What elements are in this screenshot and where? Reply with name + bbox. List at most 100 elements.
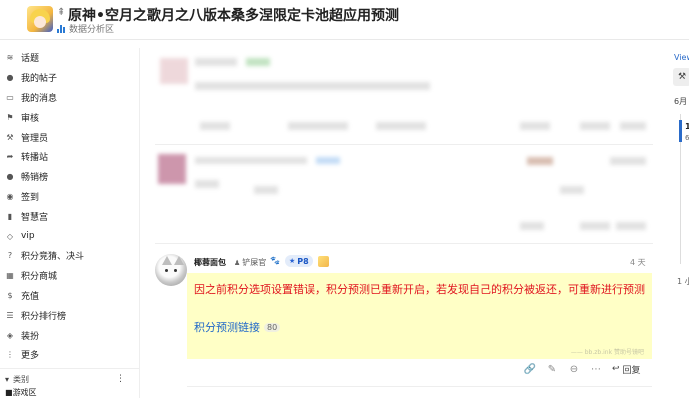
sidebar-item-label: 更多 (21, 351, 40, 362)
sidebar-item-label: vip (21, 231, 35, 242)
more-icon: ⋮ (6, 350, 14, 360)
level-text: P8 (297, 256, 309, 266)
history-icon[interactable]: ⊖ (564, 364, 584, 375)
layers-icon: ≋ (6, 53, 14, 63)
notice-text: 因之前积分选项设置错误，积分预测已重新开启，若发现自己的积分被返还，可重新进行预… (194, 283, 645, 296)
post-username[interactable]: 椰蓉面包 (194, 257, 226, 268)
sidebar-item-label: 装扮 (21, 331, 40, 342)
sidebar-item-recharge[interactable]: $ 充值 (0, 286, 139, 306)
sidebar-item-label: 管理员 (21, 133, 49, 144)
post-divider (187, 386, 652, 387)
points-prediction-link[interactable]: 积分预测链接 80 (194, 319, 281, 335)
sidebar-item-label: 游戏区 (12, 388, 37, 398)
sidebar-item-admin[interactable]: ⚒ 管理员 (0, 127, 139, 147)
sidebar-item-label: 签到 (21, 192, 40, 203)
person-icon: ♟ (234, 258, 241, 267)
timeline-handle[interactable] (679, 120, 682, 142)
inbox-icon: ▭ (6, 92, 14, 102)
category-label: 数据分析区 (69, 25, 115, 35)
cat-badge-icon: 🐾 (270, 256, 280, 265)
anime-badge-icon (318, 256, 329, 267)
user-icon: ● (6, 73, 14, 83)
sidebar-item-label: 转播站 (21, 153, 49, 164)
book-icon: ▮ (7, 211, 13, 221)
watermark: —— bb.zb.ink 赞助号镜吧 (570, 349, 644, 356)
category-dot-icon: ■ (5, 388, 13, 398)
sidebar-divider (0, 367, 139, 369)
share-icon: ➦ (6, 152, 14, 162)
reply-icon: ↩ (612, 364, 620, 374)
timeline-column: View ⚒ 6月 1 6 1 小 (665, 40, 689, 398)
user-avatar[interactable] (155, 254, 187, 286)
pin-icon: ⇞ (57, 7, 66, 18)
dollar-icon: $ (7, 290, 13, 300)
flag-icon: ⚑ (6, 112, 14, 122)
sidebar-item-my-messages[interactable]: ▭ 我的消息 (0, 88, 139, 108)
star-icon: ★ (289, 257, 296, 265)
check-circle-icon: ◉ (6, 191, 14, 201)
link-click-count: 80 (264, 322, 281, 332)
sidebar-item-label: 积分商城 (21, 272, 58, 283)
reply-label: 回复 (622, 365, 641, 376)
sidebar-item-label: 我的帖子 (21, 74, 58, 85)
sidebar-item-label: 充值 (21, 291, 40, 302)
post-divider (155, 243, 653, 244)
highlighted-notice: 因之前积分选项设置错误，积分预测已重新开启，若发现自己的积分被返还，可重新进行预… (187, 273, 652, 359)
sidebar-item-label: 话题 (21, 54, 40, 65)
post-date[interactable]: 4 天 (630, 257, 646, 268)
sidebar-item-wisdom[interactable]: ▮ 智慧宫 (0, 206, 139, 226)
category-badge[interactable]: 数据分析区 (57, 22, 114, 35)
section-label: 类别 (13, 375, 30, 385)
site-logo[interactable] (27, 6, 53, 32)
sidebar-section-categories[interactable]: ▾ 类别 ⋮ (0, 372, 139, 388)
timeline-total: 6 (685, 134, 689, 142)
chart-icon (57, 24, 66, 33)
palette-icon: ◈ (6, 330, 14, 340)
sidebar-item-points-store[interactable]: ▦ 积分商城 (0, 266, 139, 286)
sidebar-item-label: 智慧宫 (21, 212, 49, 223)
sidebar-item-dressup[interactable]: ◈ 装扮 (0, 325, 139, 345)
edit-icon[interactable]: ✎ (542, 364, 562, 375)
sidebar-item-more[interactable]: ⋮ 更多 (0, 345, 139, 365)
store-icon: ▦ (6, 271, 14, 281)
sidebar-item-bestseller[interactable]: ● 畅销榜 (0, 167, 139, 187)
link-text[interactable]: 积分预测链接 (194, 319, 260, 335)
post-divider (155, 144, 653, 145)
admin-wrench-button[interactable]: ⚒ (673, 68, 689, 86)
sidebar-item-topics[interactable]: ≋ 话题 (0, 48, 139, 68)
sidebar-item-relay[interactable]: ➦ 转播站 (0, 147, 139, 167)
level-badge: ★ P8 (285, 255, 313, 267)
sidebar: ≋ 话题 ● 我的帖子 ▭ 我的消息 ⚑ 审核 ⚒ 管理员 ➦ 转播站 ● 畅销榜 ◉ 签到 ▮… (0, 48, 140, 398)
view-link[interactable]: View (674, 53, 689, 62)
apple-icon: ● (6, 172, 14, 182)
sidebar-item-label: 积分排行榜 (21, 311, 67, 322)
sidebar-item-game-area[interactable]: ■ 游戏区 (0, 388, 139, 398)
diamond-icon: ◇ (6, 231, 14, 241)
sidebar-item-my-posts[interactable]: ● 我的帖子 (0, 68, 139, 88)
topic-title[interactable]: 原神•空月之歌月之八版本桑多涅限定卡池超应用预测 (68, 5, 399, 25)
sidebar-item-label: 审核 (21, 113, 40, 124)
timeline-bottom-date: 1 小 (677, 277, 689, 286)
link-icon[interactable]: 🔗 (520, 364, 540, 375)
chevron-down-icon: ▾ (5, 375, 10, 385)
sidebar-item-points-ranking[interactable]: ☰ 积分排行榜 (0, 305, 139, 325)
kebab-menu-icon[interactable]: ⋮ (116, 374, 125, 384)
sidebar-item-label: 积分竞猜、决斗 (21, 252, 85, 263)
timeline-position: 1 (685, 122, 689, 131)
sidebar-item-label: 畅销榜 (21, 173, 49, 184)
more-icon[interactable]: ⋯ (586, 364, 606, 375)
sidebar-item-vip[interactable]: ◇ vip (0, 226, 139, 246)
sidebar-item-review[interactable]: ⚑ 审核 (0, 107, 139, 127)
reply-button[interactable]: ↩ 回复 (612, 363, 641, 376)
user-title-text: 铲屎官 (242, 258, 267, 267)
sidebar-item-checkin[interactable]: ◉ 签到 (0, 187, 139, 207)
wrench-icon: ⚒ (6, 132, 14, 142)
ranking-icon: ☰ (6, 310, 14, 320)
topic-header: ⇞ 原神•空月之歌月之八版本桑多涅限定卡池超应用预测 数据分析区 (0, 0, 689, 40)
post-actions: 🔗 ✎ ⊖ ⋯ ↩ 回复 (520, 362, 652, 376)
question-icon: ? (7, 251, 13, 261)
user-title: ♟ 铲屎官 (234, 257, 266, 268)
timeline-month: 6月 (674, 97, 688, 106)
sidebar-item-points-guess[interactable]: ? 积分竞猜、决斗 (0, 246, 139, 266)
sidebar-item-label: 我的消息 (21, 93, 58, 104)
